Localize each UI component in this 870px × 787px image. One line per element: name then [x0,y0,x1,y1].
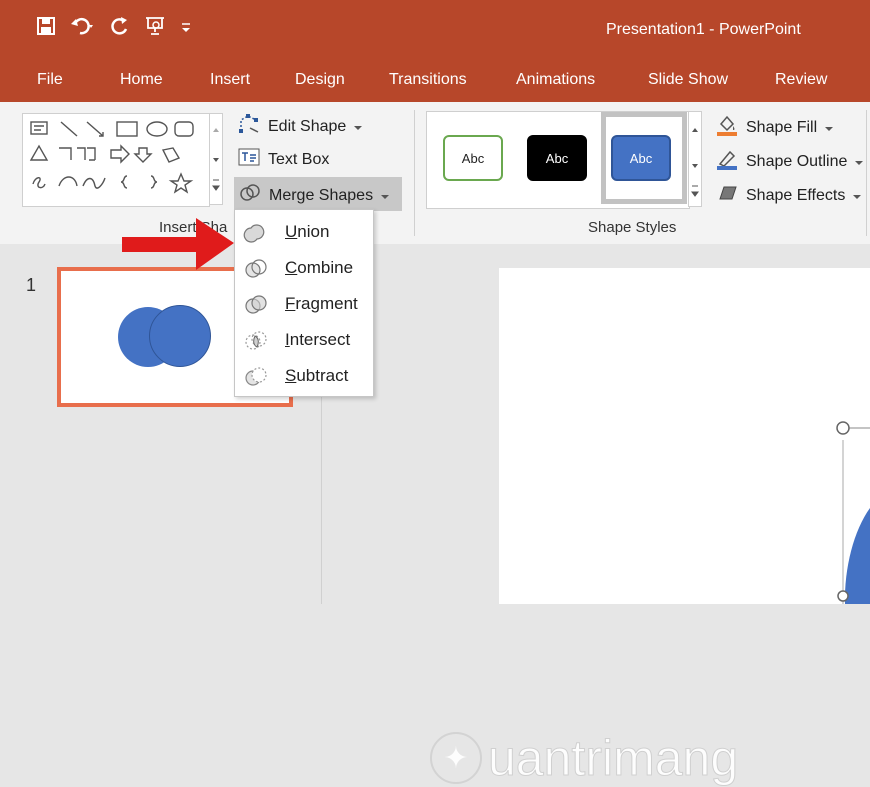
menu-item-label: Union [285,222,330,241]
merge-shapes-label: Merge Shapes [269,186,374,204]
save-icon[interactable] [36,16,56,41]
title-bar: Presentation1 - PowerPoint [0,0,870,60]
shapes-gallery-scrollbar[interactable] [209,113,223,205]
text-box-button[interactable]: Text Box [238,148,329,171]
shape-effects-label: Shape Effects [746,186,846,204]
menu-item-union[interactable]: Union [235,214,373,250]
pen-outline-icon [716,148,738,175]
menu-item-intersect[interactable]: Intersect [235,322,373,358]
shapes-gallery[interactable] [22,113,210,207]
edit-shape-label: Edit Shape [268,117,347,135]
merge-shapes-icon [239,183,261,208]
shape-fill-button[interactable]: Shape Fill [716,114,834,141]
chevron-down-icon [853,187,862,205]
undo-icon[interactable] [70,16,96,41]
union-icon [243,224,265,243]
start-from-beginning-icon[interactable] [144,16,166,41]
style-sample-3[interactable]: Abc [611,135,671,181]
menu-item-subtract[interactable]: Subtract [235,358,373,394]
menu-item-label: Combine [285,258,354,277]
tab-design[interactable]: Design [295,71,345,89]
watermark-text: uantrimang [487,730,739,787]
quick-access-toolbar [36,16,192,41]
tab-home[interactable]: Home [120,71,163,89]
tab-insert[interactable]: Insert [210,71,250,89]
text-box-icon [238,148,260,171]
combine-icon [245,259,267,278]
shape-effects-icon [716,183,738,208]
subtract-icon [245,367,267,386]
chevron-down-icon [381,187,390,205]
tab-review[interactable]: Review [775,71,827,89]
redo-icon[interactable] [110,16,130,41]
ribbon-tabs: File Home Insert Design Transitions Anim… [0,60,870,102]
style-sample-2[interactable]: Abc [527,135,587,181]
merge-shapes-button[interactable]: Merge Shapes [239,183,390,208]
circle-shape [149,305,211,367]
fragment-icon [245,295,267,314]
group-divider [866,110,867,236]
intersect-icon [245,331,267,350]
chevron-down-icon [354,118,363,136]
group-divider [414,110,415,236]
styles-gallery-scrollbar[interactable] [688,111,702,207]
window-title: Presentation1 - PowerPoint [606,21,801,38]
menu-item-label: Fragment [285,294,358,313]
workspace: 1 ✦ uantrimang [0,244,870,787]
shape-outline-button[interactable]: Shape Outline [716,148,864,175]
annotation-arrow-icon [122,218,234,270]
tab-slide-show[interactable]: Slide Show [648,71,728,89]
menu-item-fragment[interactable]: Fragment [235,286,373,322]
tab-animations[interactable]: Animations [516,71,595,89]
chevron-down-icon [855,153,864,171]
style-sample-1[interactable]: Abc [443,135,503,181]
tab-file[interactable]: File [37,71,63,89]
merge-shapes-menu: Union Combine Fragment Intersect Subtrac… [234,209,374,397]
chevron-down-icon [825,119,834,137]
shape-effects-button[interactable]: Shape Effects [716,183,862,208]
slide-number: 1 [26,275,37,295]
shape-styles-group-label: Shape Styles [588,219,677,236]
tab-transitions[interactable]: Transitions [389,71,467,89]
menu-item-combine[interactable]: Combine [235,250,373,286]
shape-fill-label: Shape Fill [746,118,818,136]
paint-bucket-icon [716,114,738,141]
slide-canvas[interactable] [499,268,870,604]
menu-item-label: Subtract [285,366,349,385]
edit-shape-button[interactable]: Edit Shape [238,114,363,139]
menu-item-label: Intersect [285,330,351,349]
text-box-label: Text Box [268,150,330,168]
shape-styles-gallery[interactable]: Abc Abc Abc [426,111,690,209]
customize-icon[interactable] [180,16,192,41]
watermark: ✦ uantrimang [430,729,739,787]
lightbulb-icon: ✦ [430,732,482,784]
edit-shape-icon [238,114,260,139]
shape-outline-label: Shape Outline [746,152,848,170]
